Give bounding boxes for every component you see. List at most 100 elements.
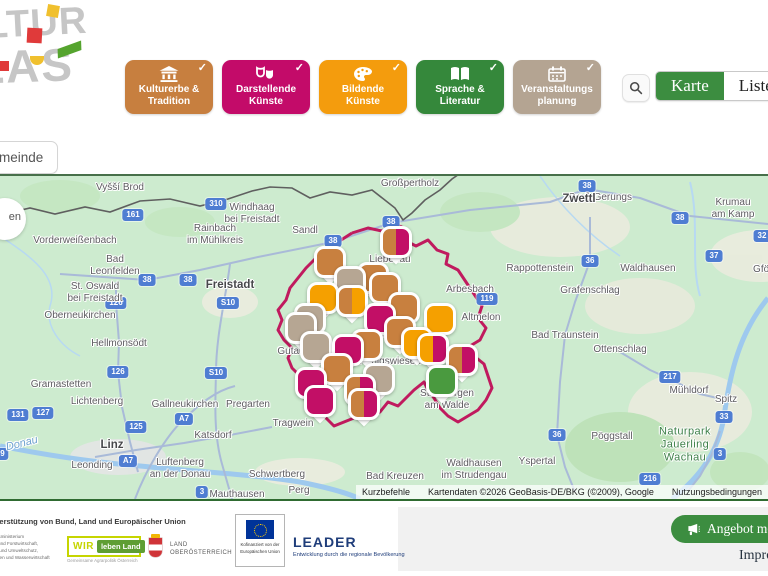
calendar-icon [548, 66, 566, 82]
road-shield: 131 [7, 409, 28, 421]
kulturatlas-logo: KULTUR ATLAS [0, 0, 120, 130]
map-label: Großpertholz [381, 178, 439, 190]
land-oberoesterreich-label: LAND OBERÖSTERREICH [170, 541, 232, 558]
filter-chip-kulturerbe[interactable]: ✓ Kulturerbe & Tradition [125, 60, 213, 114]
map-label: Leonding [71, 460, 112, 472]
impressum-link[interactable]: Impressum [739, 548, 768, 564]
map-label: Oberneukirchen [44, 310, 115, 322]
report-offer-label: Angebot melden [707, 521, 768, 537]
wir-subtitle: Gemeinsame Agrarpolitik Österreich [67, 558, 141, 563]
map-label: Gföhl [753, 264, 768, 276]
map-label: Bad Traunstein [531, 330, 598, 342]
map-label: St. Oswald bei Freistadt [67, 281, 122, 305]
map-label: Luftenberg an der Donau [150, 457, 211, 481]
map-label: Yspertal [519, 456, 556, 468]
map[interactable]: en Vyšší BrodWindhaag bei FreistadtSandl… [0, 174, 768, 501]
road-shield: 37 [706, 250, 723, 262]
map-label: Gramastetten [31, 379, 92, 391]
filter-chip-label: Veranstaltungs planung [521, 84, 593, 109]
book-icon [449, 66, 471, 82]
logo-accent-green [58, 40, 82, 58]
map-label: Katsdorf [194, 430, 231, 442]
check-icon: ✓ [586, 62, 595, 76]
eu-cofinance-label: Kofinanziert von der Europäischen Union [240, 542, 280, 555]
leben-land-label: leben Land [97, 540, 145, 553]
map-label: Lichtenberg [71, 396, 123, 408]
map-label: Waldhausen im Strudengau [441, 458, 506, 482]
map-label: Hellmonsödt [91, 338, 147, 350]
map-label: Mühldorf [670, 385, 709, 397]
map-label: Arbesbach [446, 284, 494, 296]
filter-chip-veranstaltungsplanung[interactable]: ✓ Veranstaltungs planung [513, 60, 601, 114]
map-label: Pregarten [226, 399, 270, 411]
filter-chip-label: Kulturerbe & Tradition [139, 84, 200, 109]
megaphone-icon [687, 523, 700, 536]
map-data-text: Kartendaten ©2026 GeoBasis-DE/BKG (©2009… [428, 487, 654, 497]
eu-flag-logo: Kofinanziert von der Europäischen Union [235, 514, 285, 567]
logo-row2: ATLAS [0, 37, 75, 97]
funding-title: Mit Unterstützung von Bund, Land und Eur… [0, 517, 186, 526]
check-icon: ✓ [392, 62, 401, 76]
gemeinde-filter-button[interactable]: Gemeinde [0, 141, 58, 174]
map-label: Pöggstall [591, 431, 632, 443]
map-label: Tragwein [273, 418, 314, 430]
map-label: Naturpark Jauerling Wachau [659, 426, 711, 465]
road-shield: 32 [754, 230, 768, 242]
museum-icon [158, 66, 180, 82]
road-shield: 126 [107, 366, 128, 378]
map-marker[interactable] [417, 333, 449, 365]
ministry-text: Bundesministerium Land- und Forstwirtsch… [0, 533, 50, 561]
map-label: Bad Kreuzen [366, 471, 424, 483]
map-attribution: Kurzbefehle Kartendaten ©2026 GeoBasis-D… [356, 485, 768, 499]
liste-tab[interactable]: Liste [724, 72, 768, 100]
logo-accent-yellow [46, 4, 60, 18]
filter-chip-label: Sprache & Literatur [435, 84, 484, 109]
magnifier-icon [629, 81, 643, 95]
map-label: Gallneukirchen [152, 399, 219, 411]
eu-flag-icon [246, 520, 274, 539]
map-marker[interactable] [380, 226, 412, 258]
kurzbefehle-link[interactable]: Kurzbefehle [362, 487, 410, 497]
map-marker[interactable] [304, 385, 336, 417]
map-bubble-label: en [9, 211, 21, 223]
app: KULTUR ATLAS ✓ Kulturerbe & Tradition ✓ … [0, 0, 768, 576]
terms-link[interactable]: Nutzungsbedingungen [672, 487, 762, 497]
map-label: Waldhausen [620, 263, 675, 275]
logo-accent-yellow-arc [30, 56, 44, 65]
search-button[interactable] [622, 74, 650, 102]
filter-chip-sprache[interactable]: ✓ Sprache & Literatur [416, 60, 504, 114]
palette-icon [353, 66, 373, 82]
map-marker[interactable] [426, 365, 458, 397]
road-shield: 36 [582, 255, 599, 267]
map-label: Ottenschlag [593, 344, 646, 356]
road-shield: 161 [122, 209, 143, 221]
karte-tab[interactable]: Karte [656, 72, 724, 100]
austria-coat-logo [149, 538, 162, 557]
road-shield: A7 [175, 413, 193, 425]
filter-chip-darstellende[interactable]: ✓ Darstellende Künste [222, 60, 310, 114]
road-shield: 38 [672, 212, 689, 224]
filter-chip-bildende[interactable]: ✓ Bildende Künste [319, 60, 407, 114]
road-shield: 310 [205, 198, 226, 210]
map-label: Rappottenstein [506, 263, 573, 275]
map-label: Freistadt [206, 279, 255, 293]
road-shield: S10 [205, 367, 227, 379]
map-label: Sandl [292, 225, 318, 237]
report-offer-button[interactable]: Angebot melden [671, 515, 768, 543]
road-shield: S10 [217, 297, 239, 309]
filter-chip-label: Bildende Künste [342, 84, 384, 109]
wir-box: WIR leben Land [67, 536, 141, 557]
check-icon: ✓ [489, 62, 498, 76]
map-marker[interactable] [348, 388, 380, 420]
map-label: Vorderweißenbach [33, 235, 116, 247]
road-shield: 125 [125, 421, 146, 433]
road-shield: 3 [196, 486, 208, 498]
map-label: Bad Leonfelden [90, 254, 140, 278]
map-label: Zwettl [562, 193, 595, 207]
map-label: Perg [288, 485, 309, 497]
category-filter-bar: ✓ Kulturerbe & Tradition ✓ Darstellende … [125, 60, 601, 114]
road-shield: 127 [32, 407, 53, 419]
road-shield: 33 [716, 411, 733, 423]
map-label: Linz [101, 439, 124, 453]
leader-title: LEADER [293, 534, 405, 550]
